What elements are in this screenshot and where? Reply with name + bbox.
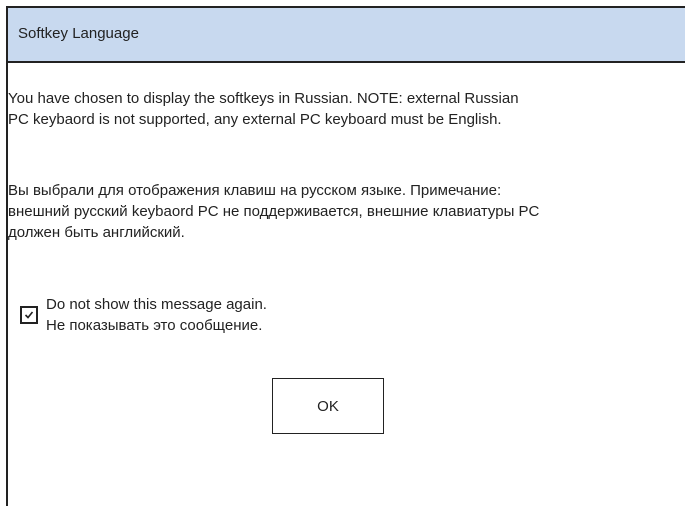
dialog-titlebar: Softkey Language xyxy=(8,8,685,63)
softkey-language-dialog: Softkey Language You have chosen to disp… xyxy=(6,6,685,506)
message-russian: Вы выбрали для отображения клавиш на рус… xyxy=(8,182,540,241)
checkmark-icon xyxy=(24,311,34,319)
dont-show-again-label: Do not show this message again. Не показ… xyxy=(46,296,267,334)
ok-button[interactable]: OK xyxy=(272,378,384,434)
dialog-title: Softkey Language xyxy=(18,25,139,42)
dont-show-again-checkbox[interactable] xyxy=(20,306,38,324)
message-english: You have chosen to display the softkeys … xyxy=(8,90,519,128)
